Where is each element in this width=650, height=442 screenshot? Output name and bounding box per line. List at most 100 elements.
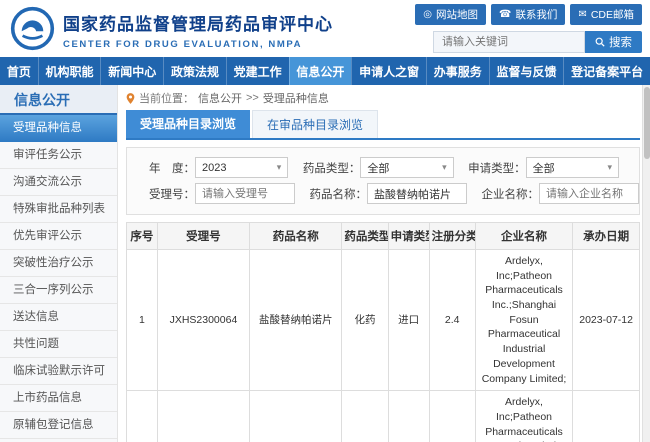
cde-logo-icon [10,6,55,51]
table-row: 1JXHS2300064盐酸替纳帕诺片化药进口2.4Ardelyx, Inc;P… [127,250,640,391]
nav-item-申请人之窗[interactable]: 申请人之窗 [351,57,426,85]
nav-item-新闻中心[interactable]: 新闻中心 [100,57,163,85]
location-pin-icon [126,93,135,104]
drug-name-label: 药品名称： [307,186,367,202]
table-cell: 2.4 [429,391,475,442]
table-cell: 进口 [388,391,429,442]
sidebar-items: 受理品种信息审评任务公示沟通交流公示特殊审批品种列表优先审评公示突破性治疗公示三… [0,115,117,442]
apply-type-value: 全部 [533,160,555,176]
results-table: 序号受理号药品名称药品类型申请类型注册分类企业名称承办日期 1JXHS23000… [126,222,640,442]
table-header-cell: 注册分类 [429,223,475,250]
table-cell: 1 [127,250,158,391]
table-header-row: 序号受理号药品名称药品类型申请类型注册分类企业名称承办日期 [127,223,640,250]
apply-type-label: 申请类型： [466,160,526,176]
apply-type-select[interactable]: 全部 ▾ [526,157,619,178]
table-header-cell: 药品类型 [342,223,388,250]
filter-panel: 年 度： 2023▾ 药品类型： 全部 ▾ 申请类型： 全部 ▾ 受理号： 药品名称… [126,147,640,215]
quick-link-label: 网站地图 [436,7,478,22]
year-label: 年 度： [135,160,195,176]
sidebar-item[interactable]: 受理品种信息 [0,115,117,142]
sidebar-item[interactable]: 共性问题 [0,331,117,358]
sidebar-item[interactable]: 上市药品信息 [0,385,117,412]
site-subtitle: CENTER FOR DRUG EVALUATION, NMPA [63,39,333,50]
year-select[interactable]: 2023▾ [195,157,288,178]
quick-link[interactable]: ◎网站地图 [415,4,486,25]
tab-bar: 受理品种目录浏览 在审品种目录浏览 [126,110,640,140]
table-cell: JXHS2300063 [157,391,249,442]
main-content: 当前位置：信息公开 >> 受理品种信息 受理品种目录浏览 在审品种目录浏览 年 … [118,85,650,442]
nav-item-首页[interactable]: 首页 [0,57,38,85]
breadcrumb-prefix: 当前位置： [139,90,194,106]
table-cell: 盐酸替纳帕诺片 [250,250,342,391]
table-cell: 2023-07-12 [573,250,640,391]
table-cell: Ardelyx, Inc;Patheon Pharmaceuticals Inc… [475,250,572,391]
table-cell: 化药 [342,250,388,391]
nav-item-登记备案平台[interactable]: 登记备案平台 [563,57,650,85]
nav-item-办事服务[interactable]: 办事服务 [426,57,489,85]
quick-link[interactable]: ✉ CDE邮箱 [570,4,642,25]
sidebar-item[interactable]: 原辅包登记信息 [0,412,117,439]
table-header-cell: 受理号 [157,223,249,250]
quick-link-label: 联系我们 [515,7,557,22]
acceptance-label: 受理号： [135,186,195,202]
sidebar-item[interactable]: 特殊审批品种列表 [0,196,117,223]
vertical-scrollbar[interactable] [642,85,650,442]
sidebar-item[interactable]: 优先审评公示 [0,223,117,250]
drug-name-input[interactable] [367,183,467,204]
drug-type-label: 药品类型： [300,160,360,176]
table-body: 1JXHS2300064盐酸替纳帕诺片化药进口2.4Ardelyx, Inc;P… [127,250,640,442]
sidebar-item[interactable]: 审评任务公示 [0,142,117,169]
breadcrumb: 当前位置：信息公开 >> 受理品种信息 [126,89,640,107]
sidebar-item[interactable]: 临床试验默示许可 [0,358,117,385]
chevron-down-icon: ▾ [442,162,447,173]
chevron-down-icon: ▾ [607,162,612,173]
table-header-cell: 序号 [127,223,158,250]
breadcrumb-section[interactable]: 信息公开 [198,90,242,106]
nav-item-信息公开[interactable]: 信息公开 [289,57,352,85]
sidebar-title: 信息公开 [0,85,117,115]
sidebar-item[interactable]: 突破性治疗公示 [0,250,117,277]
tab-under-review-catalog[interactable]: 在审品种目录浏览 [252,110,378,138]
sidebar-item[interactable]: 沟通交流公示 [0,169,117,196]
sidebar-item[interactable]: 三合一序列公示 [0,277,117,304]
table-cell: 盐酸替纳帕诺片 [250,391,342,442]
breadcrumb-separator: >> [246,92,259,104]
chevron-down-icon: ▾ [277,162,282,173]
table-row: 2JXHS2300063盐酸替纳帕诺片化药进口2.4Ardelyx, Inc;P… [127,391,640,442]
table-cell: 2.4 [429,250,475,391]
nav-item-政策法规[interactable]: 政策法规 [163,57,226,85]
table-header-cell: 药品名称 [250,223,342,250]
table-cell: 2 [127,391,158,442]
table-header-cell: 承办日期 [573,223,640,250]
company-input[interactable] [539,183,639,204]
drug-type-value: 全部 [367,160,389,176]
nav-item-监督与反馈[interactable]: 监督与反馈 [489,57,564,85]
breadcrumb-current[interactable]: 受理品种信息 [263,90,329,106]
main-nav: 首页机构职能新闻中心政策法规党建工作信息公开申请人之窗办事服务监督与反馈登记备案… [0,57,650,85]
table-cell: 进口 [388,250,429,391]
table-cell: JXHS2300064 [157,250,249,391]
sidebar: 信息公开 受理品种信息审评任务公示沟通交流公示特殊审批品种列表优先审评公示突破性… [0,85,118,442]
search-button[interactable]: 搜索 [585,31,642,53]
table-cell: Ardelyx, Inc;Patheon Pharmaceuticals Inc… [475,391,572,442]
sidebar-item[interactable]: 送达信息 [0,304,117,331]
nav-item-党建工作[interactable]: 党建工作 [226,57,289,85]
quick-link[interactable]: ☎ 联系我们 [491,4,565,25]
table-header-cell: 申请类型 [388,223,429,250]
company-label: 企业名称： [479,186,539,202]
search-input[interactable] [433,31,585,53]
tab-accepted-catalog[interactable]: 受理品种目录浏览 [126,110,250,138]
scrollbar-thumb[interactable] [644,87,650,159]
mail-icon: ✉ [578,9,586,20]
table-header-cell: 企业名称 [475,223,572,250]
table-cell: 化药 [342,391,388,442]
drug-type-select[interactable]: 全部 ▾ [360,157,453,178]
nav-item-机构职能[interactable]: 机构职能 [38,57,101,85]
top-header: 国家药品监督管理局药品审评中心 CENTER FOR DRUG EVALUATI… [0,0,650,57]
quick-link-label: CDE邮箱 [591,7,634,22]
search-button-label: 搜索 [609,34,632,50]
phone-icon: ☎ [499,9,511,20]
acceptance-input[interactable] [195,183,295,204]
table-cell: 2023-07-12 [573,391,640,442]
site-title: 国家药品监督管理局药品审评中心 [63,10,333,35]
